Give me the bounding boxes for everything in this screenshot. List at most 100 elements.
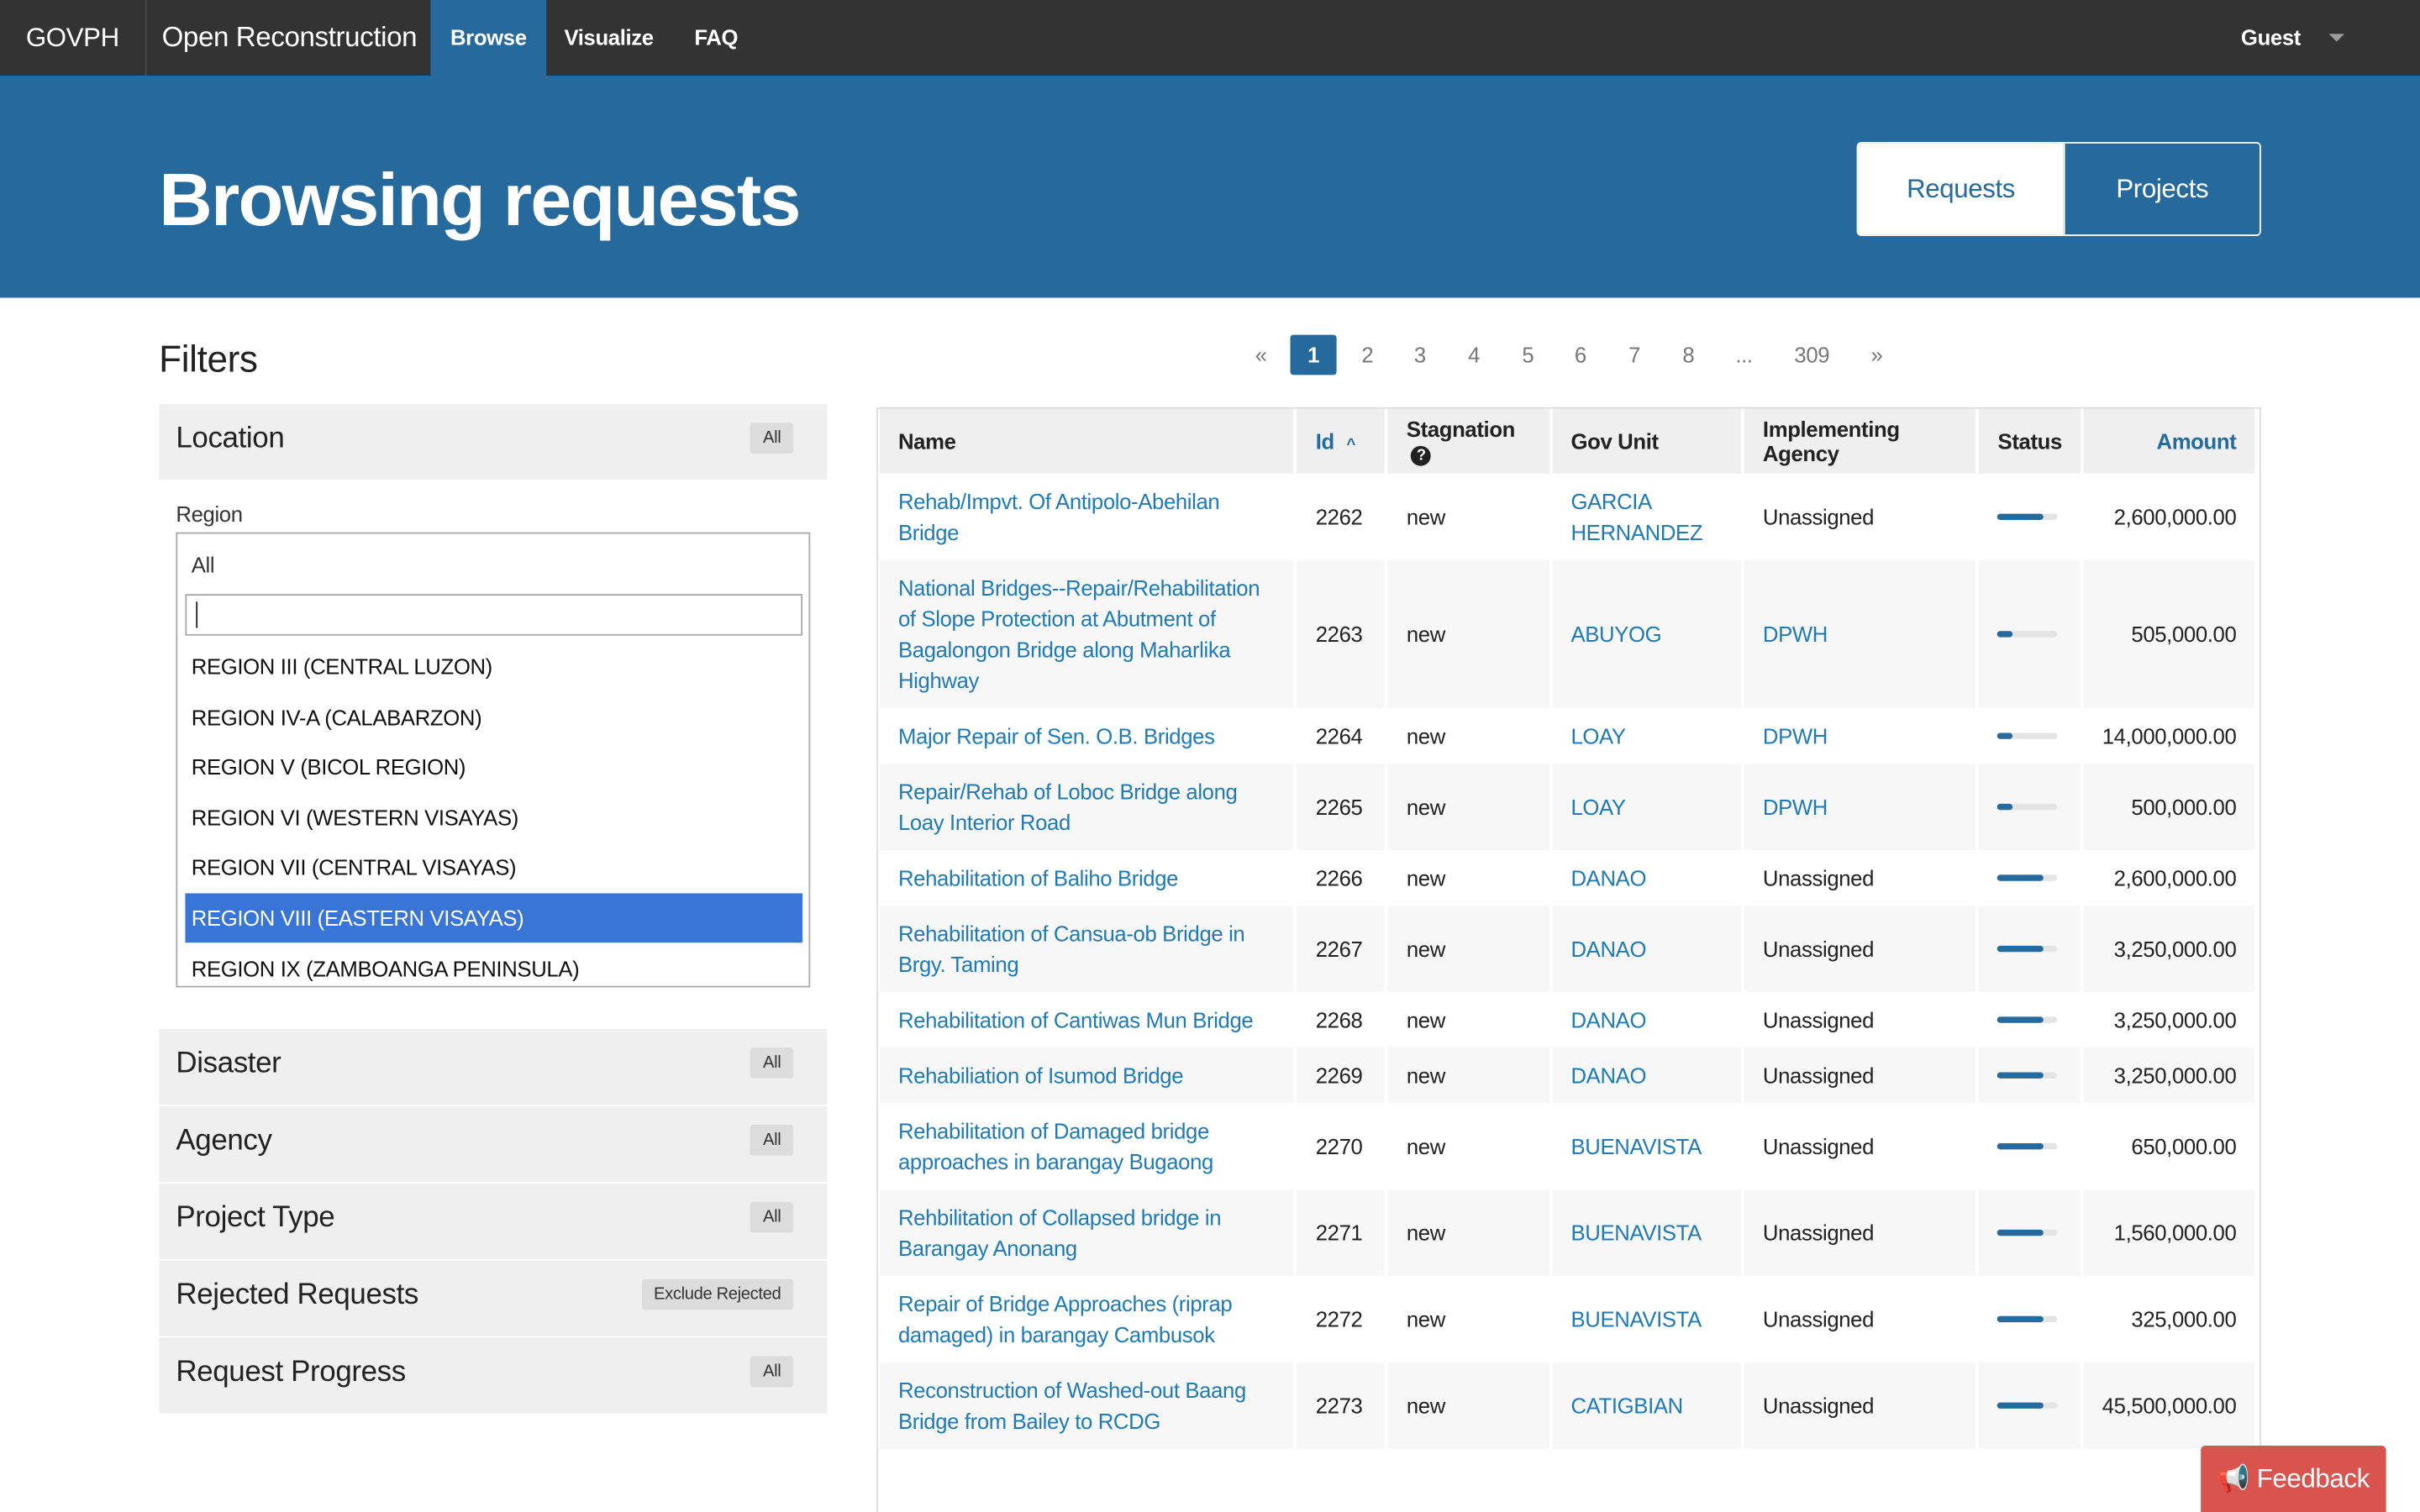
filter-badge: All: [750, 1047, 794, 1079]
gov-unit-link[interactable]: DANAO: [1570, 865, 1646, 890]
region-selected-value[interactable]: All: [192, 553, 215, 577]
cell-amount: 14,000,000.00: [2083, 708, 2259, 764]
pagination-prev[interactable]: «: [1238, 335, 1284, 375]
request-name-link[interactable]: Rehab/Impvt. Of Antipolo-Abehilan Bridge: [898, 489, 1220, 544]
request-name-link[interactable]: Rehabiliation of Isumod Bridge: [898, 1063, 1184, 1088]
cell-amount: 45,500,000.00: [2083, 1362, 2259, 1449]
user-name: Guest: [2240, 24, 2301, 50]
region-option[interactable]: REGION IV-A (CALABARZON): [185, 693, 802, 743]
pagination-next[interactable]: »: [1854, 335, 1900, 375]
progress-bar-fill: [1997, 1072, 2044, 1079]
top-navbar: GOVPH Open Reconstruction Browse Visuali…: [0, 0, 2420, 76]
gov-unit-link[interactable]: BUENAVISTA: [1570, 1307, 1702, 1331]
pagination-page[interactable]: 2: [1344, 335, 1391, 375]
progress-bar: [1997, 1229, 2059, 1236]
nav-faq[interactable]: FAQ: [679, 0, 753, 76]
table-row[interactable]: Repair/Rehab of Loboc Bridge along Loay …: [879, 764, 2259, 851]
text-cursor: [196, 601, 198, 628]
region-option[interactable]: REGION VII (CENTRAL VISAYAS): [185, 843, 802, 892]
region-option[interactable]: REGION VI (WESTERN VISAYAS): [185, 793, 802, 843]
column-header-name[interactable]: Name: [879, 408, 1297, 474]
table-row[interactable]: National Bridges--Repair/Rehabilitation …: [879, 559, 2259, 709]
help-icon[interactable]: ?: [1411, 445, 1432, 466]
pagination-page-current[interactable]: 1: [1290, 334, 1337, 375]
agency-link[interactable]: DPWH: [1763, 795, 1828, 819]
table-row[interactable]: Rehbilitation of Collapsed bridge in Bar…: [879, 1189, 2259, 1276]
gov-unit-link[interactable]: LOAY: [1570, 795, 1626, 819]
feedback-button[interactable]: 📢 Feedback: [2201, 1446, 2386, 1512]
cell-status: [1979, 1047, 2084, 1104]
region-option[interactable]: REGION V (BICOL REGION): [185, 742, 802, 791]
pagination-page[interactable]: 6: [1557, 335, 1603, 375]
region-option[interactable]: REGION III (CENTRAL LUZON): [185, 642, 802, 691]
filter-disaster[interactable]: Disaster All: [159, 1029, 828, 1105]
requests-toggle-button[interactable]: Requests: [1858, 143, 2064, 235]
filter-project-type[interactable]: Project Type All: [159, 1183, 828, 1259]
pagination-page[interactable]: 8: [1665, 335, 1712, 375]
table-row[interactable]: Repair of Bridge Approaches (riprap dama…: [879, 1275, 2259, 1362]
region-option[interactable]: REGION IX (ZAMBOANGA PENINSULA): [185, 944, 802, 986]
filter-request-progress[interactable]: Request Progress All: [159, 1337, 828, 1414]
pagination-page[interactable]: 3: [1397, 335, 1443, 375]
region-option-highlighted[interactable]: REGION VIII (EASTERN VISAYAS): [185, 893, 803, 943]
table-row[interactable]: Rehabilitation of Cansua-ob Bridge in Br…: [879, 906, 2259, 993]
request-name-link[interactable]: Rehabilitation of Baliho Bridge: [898, 865, 1179, 890]
request-name-link[interactable]: Rehabilitation of Cantiwas Mun Bridge: [898, 1007, 1254, 1032]
column-header-status[interactable]: Status: [1979, 408, 2084, 474]
table-row[interactable]: Rehabiliation of Isumod Bridge 2269 new DAN…: [879, 1047, 2259, 1104]
agency-link[interactable]: DPWH: [1763, 723, 1828, 748]
request-name-link[interactable]: Rehabilitation of Cansua-ob Bridge in Br…: [898, 921, 1245, 977]
nav-browse[interactable]: Browse: [430, 0, 547, 76]
filter-location[interactable]: Location All: [159, 404, 828, 480]
gov-unit-link[interactable]: ABUYOG: [1570, 622, 1661, 646]
table-row[interactable]: Rehabilitation of Cantiwas Mun Bridge 226…: [879, 992, 2259, 1048]
gov-unit-link[interactable]: BUENAVISTA: [1570, 1134, 1702, 1158]
request-name-link[interactable]: Reconstruction of Washed-out Baang Bridg…: [898, 1378, 1246, 1433]
request-name-link[interactable]: Rehbilitation of Collapsed bridge in Bar…: [898, 1205, 1222, 1260]
cell-stagnation: new: [1387, 708, 1553, 764]
column-header-amount[interactable]: Amount: [2083, 408, 2259, 474]
table-row[interactable]: Major Repair of Sen. O.B. Bridges 2264 new…: [879, 708, 2259, 764]
column-header-gov-unit[interactable]: Gov Unit: [1552, 408, 1744, 474]
user-menu[interactable]: Guest: [2241, 0, 2380, 76]
request-name-link[interactable]: Repair/Rehab of Loboc Bridge along Loay …: [898, 780, 1238, 835]
pagination-page[interactable]: 7: [1612, 335, 1658, 375]
app-name-link[interactable]: Open Reconstruction: [148, 0, 430, 76]
filter-rejected-requests[interactable]: Rejected Requests Exclude Rejected: [159, 1260, 828, 1336]
table-row[interactable]: Rehab/Impvt. Of Antipolo-Abehilan Bridge…: [879, 473, 2259, 560]
table-row[interactable]: Rehabilitation of Damaged bridge approac…: [879, 1103, 2259, 1190]
request-name-link[interactable]: National Bridges--Repair/Rehabilitation …: [898, 575, 1260, 693]
cell-stagnation: new: [1387, 473, 1553, 560]
column-header-agency[interactable]: Implementing Agency: [1744, 408, 1980, 474]
gov-unit-link[interactable]: DANAO: [1570, 1007, 1646, 1032]
cell-agency: Unassigned: [1744, 1047, 1980, 1104]
nav-visualize[interactable]: Visualize: [550, 0, 668, 76]
agency-link[interactable]: DPWH: [1763, 622, 1828, 646]
cell-id: 2263: [1297, 559, 1388, 709]
request-name-link[interactable]: Rehabilitation of Damaged bridge approac…: [898, 1119, 1213, 1174]
region-select-dropdown[interactable]: All REGION III (CENTRAL LUZON) REGION IV…: [176, 532, 811, 988]
column-header-stagnation[interactable]: Stagnation?: [1387, 408, 1553, 474]
pagination-page[interactable]: 309: [1782, 335, 1841, 375]
progress-bar: [1997, 1315, 2059, 1323]
request-name-link[interactable]: Major Repair of Sen. O.B. Bridges: [898, 723, 1215, 748]
pagination-page[interactable]: 5: [1505, 335, 1551, 375]
table-row[interactable]: Rehabilitation of Baliho Bridge 2266 new DA…: [879, 850, 2259, 906]
column-header-id[interactable]: Id ^: [1297, 408, 1388, 474]
projects-toggle-button[interactable]: Projects: [2063, 143, 2260, 235]
chevron-down-icon: [2328, 34, 2344, 42]
pagination-page[interactable]: 4: [1451, 335, 1497, 375]
megaphone-icon: 📢: [2217, 1464, 2250, 1494]
filter-agency[interactable]: Agency All: [159, 1105, 828, 1182]
filter-label: Rejected Requests: [176, 1278, 419, 1312]
govph-brand-link[interactable]: GOVPH: [0, 0, 147, 76]
gov-unit-link[interactable]: DANAO: [1570, 937, 1646, 961]
table-row[interactable]: Reconstruction of Washed-out Baang Bridg…: [879, 1362, 2259, 1449]
gov-unit-link[interactable]: LOAY: [1570, 723, 1626, 748]
region-search-input[interactable]: [185, 594, 803, 636]
gov-unit-link[interactable]: GARCIA HERNANDEZ: [1570, 489, 1702, 544]
request-name-link[interactable]: Repair of Bridge Approaches (riprap dama…: [898, 1291, 1233, 1347]
gov-unit-link[interactable]: DANAO: [1570, 1063, 1646, 1088]
gov-unit-link[interactable]: BUENAVISTA: [1570, 1221, 1702, 1245]
gov-unit-link[interactable]: CATIGBIAN: [1570, 1394, 1683, 1418]
